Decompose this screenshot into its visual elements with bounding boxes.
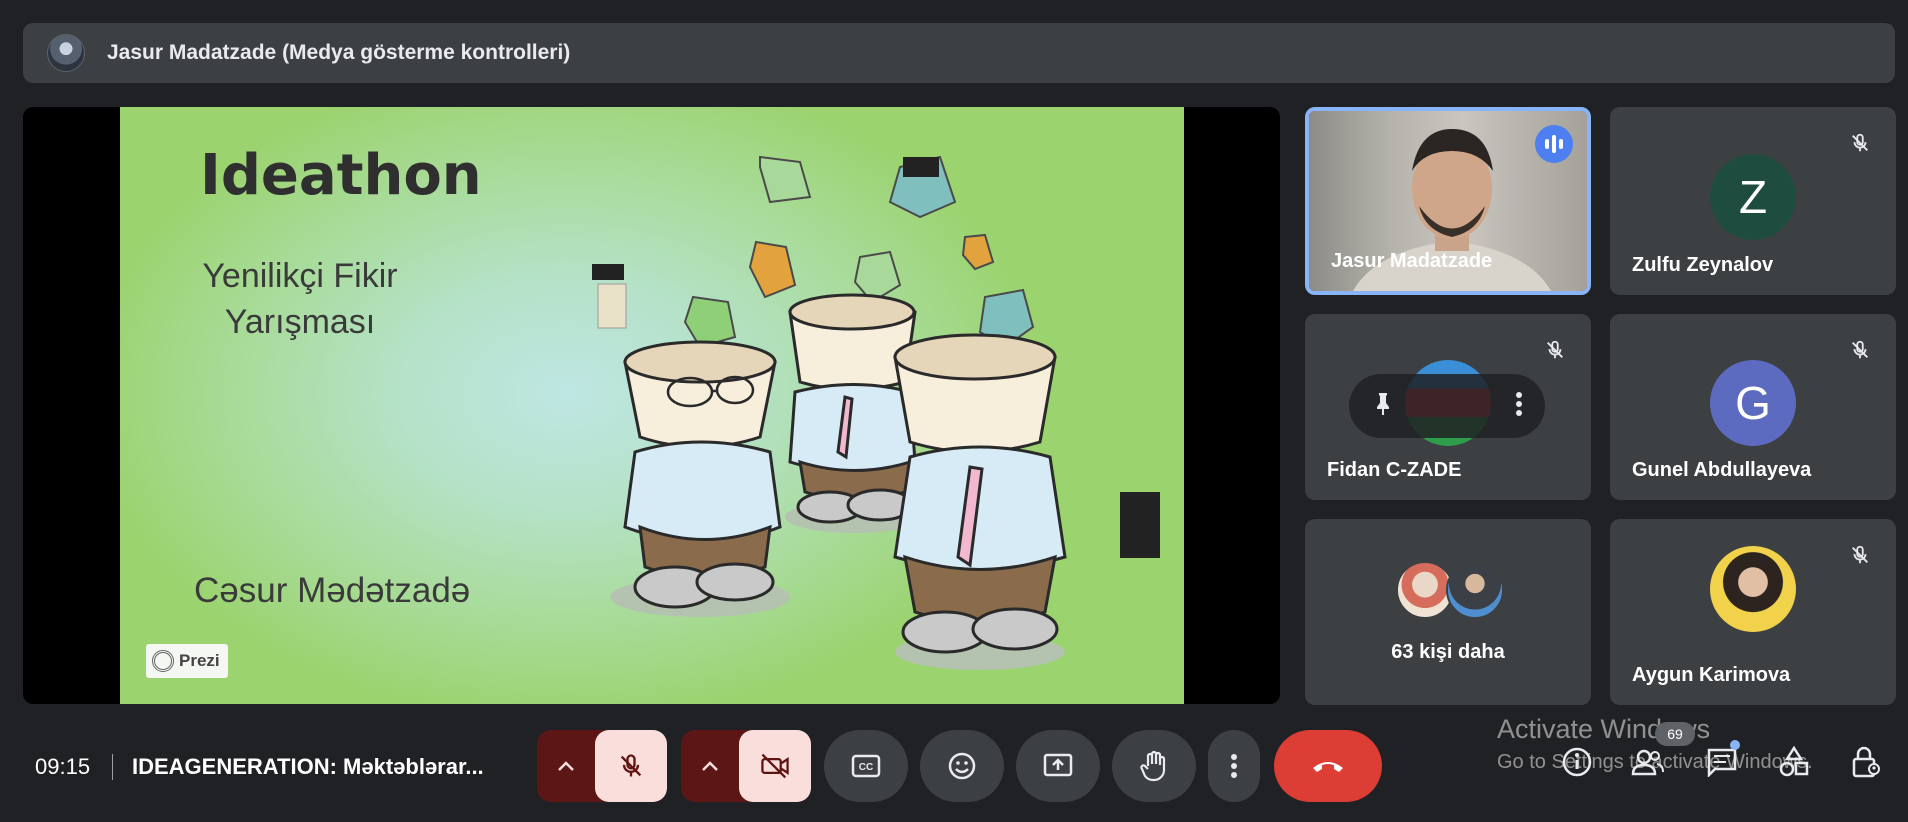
chevron-up-icon bbox=[702, 761, 718, 771]
info-icon bbox=[1562, 747, 1592, 777]
svg-text:CC: CC bbox=[859, 762, 873, 773]
more-options-icon[interactable] bbox=[1515, 391, 1523, 422]
slide: Ideathon Yenilikçi Fikir Yarışması Cəsur… bbox=[120, 107, 1184, 704]
participant-tile-zulfu[interactable]: Z Zulfu Zeynalov bbox=[1610, 107, 1896, 295]
mic-off-icon bbox=[1842, 332, 1878, 368]
leave-call-button[interactable] bbox=[1274, 730, 1382, 802]
slide-subtitle-line2: Yarışması bbox=[224, 303, 376, 341]
mic-off-icon bbox=[1537, 332, 1573, 368]
chat-notification-dot bbox=[1730, 740, 1740, 750]
participant-tile-gunel[interactable]: G Gunel Abdullayeva bbox=[1610, 314, 1896, 500]
mic-off-icon bbox=[1842, 537, 1878, 573]
participant-name: Fidan C-ZADE bbox=[1327, 459, 1462, 481]
slide-title: Ideathon bbox=[200, 143, 482, 208]
camera-group bbox=[681, 730, 811, 802]
slide-subtitle: Yenilikçi Fikir Yarışması bbox=[180, 253, 420, 345]
captions-button[interactable]: CC bbox=[824, 730, 908, 802]
more-participants-avatars bbox=[1396, 561, 1506, 621]
avatar-initial: G bbox=[1710, 360, 1796, 446]
avatar bbox=[1446, 561, 1504, 619]
participant-name: Jasur Madatzade bbox=[1331, 250, 1493, 272]
prezi-logo-icon bbox=[152, 650, 174, 672]
meeting-title[interactable]: IDEAGENERATION: Məktəblərar... bbox=[132, 754, 484, 780]
present-button[interactable] bbox=[1016, 730, 1100, 802]
camera-toggle-button[interactable] bbox=[739, 730, 811, 802]
speaking-indicator-icon bbox=[1535, 125, 1573, 163]
participant-tile-aygun[interactable]: Aygun Karimova bbox=[1610, 519, 1896, 705]
more-vert-icon bbox=[1231, 754, 1237, 778]
presenter-avatar bbox=[47, 34, 85, 72]
present-screen-icon bbox=[1043, 753, 1073, 777]
chevron-up-icon bbox=[558, 761, 574, 771]
participant-name: Gunel Abdullayeva bbox=[1632, 459, 1812, 481]
participant-name: Aygun Karimova bbox=[1632, 664, 1791, 686]
meeting-info-button[interactable] bbox=[1557, 742, 1597, 782]
more-participants-label: 63 kişi daha bbox=[1391, 641, 1505, 663]
participant-count-badge: 69 bbox=[1655, 722, 1695, 746]
microphone-toggle-button[interactable] bbox=[595, 730, 667, 802]
avatar-initial: Z bbox=[1710, 154, 1796, 240]
host-controls-button[interactable] bbox=[1846, 742, 1886, 782]
video-options-button[interactable] bbox=[681, 730, 739, 802]
avatar bbox=[1710, 546, 1796, 633]
reactions-button[interactable] bbox=[920, 730, 1004, 802]
lock-person-icon bbox=[1852, 746, 1880, 778]
mic-off-icon bbox=[1842, 125, 1878, 161]
captions-icon: CC bbox=[851, 754, 881, 778]
people-icon bbox=[1631, 749, 1664, 776]
control-bar: 09:15 IDEAGENERATION: Məktəblərar... CC bbox=[0, 710, 1908, 822]
mic-off-icon bbox=[620, 754, 642, 777]
slide-author: Cəsur Mədətzadə bbox=[194, 571, 471, 610]
divider bbox=[112, 754, 113, 780]
prezi-label: Prezi bbox=[179, 651, 220, 670]
presenter-bar[interactable]: Jasur Madatzade (Medya gösterme kontroll… bbox=[23, 23, 1895, 83]
participant-tile-jasur[interactable]: Jasur Madatzade bbox=[1305, 107, 1591, 295]
hand-icon bbox=[1140, 750, 1166, 782]
camera-off-icon bbox=[761, 753, 789, 779]
presenter-title: Jasur Madatzade (Medya gösterme kontroll… bbox=[107, 41, 571, 64]
presentation-stage: Ideathon Yenilikçi Fikir Yarışması Cəsur… bbox=[23, 107, 1280, 704]
slide-subtitle-line1: Yenilikçi Fikir bbox=[202, 257, 398, 295]
clock: 09:15 bbox=[35, 754, 91, 779]
raise-hand-button[interactable] bbox=[1112, 730, 1196, 802]
prezi-badge: Prezi bbox=[146, 644, 228, 678]
audio-options-button[interactable] bbox=[537, 730, 595, 802]
tile-hover-controls bbox=[1349, 374, 1545, 438]
mic-group bbox=[537, 730, 667, 802]
people-button[interactable] bbox=[1628, 742, 1668, 782]
more-options-button[interactable] bbox=[1208, 730, 1260, 802]
emoji-icon bbox=[948, 752, 976, 780]
phone-hangup-icon bbox=[1313, 762, 1343, 772]
participant-name: Zulfu Zeynalov bbox=[1632, 254, 1774, 276]
activities-button[interactable] bbox=[1774, 742, 1814, 782]
participant-tile-fidan[interactable]: Fidan C-ZADE bbox=[1305, 314, 1591, 500]
more-participants-tile[interactable]: 63 kişi daha bbox=[1305, 519, 1591, 705]
activities-icon bbox=[1779, 746, 1809, 777]
pin-icon[interactable] bbox=[1371, 391, 1395, 422]
chat-icon bbox=[1707, 748, 1737, 777]
